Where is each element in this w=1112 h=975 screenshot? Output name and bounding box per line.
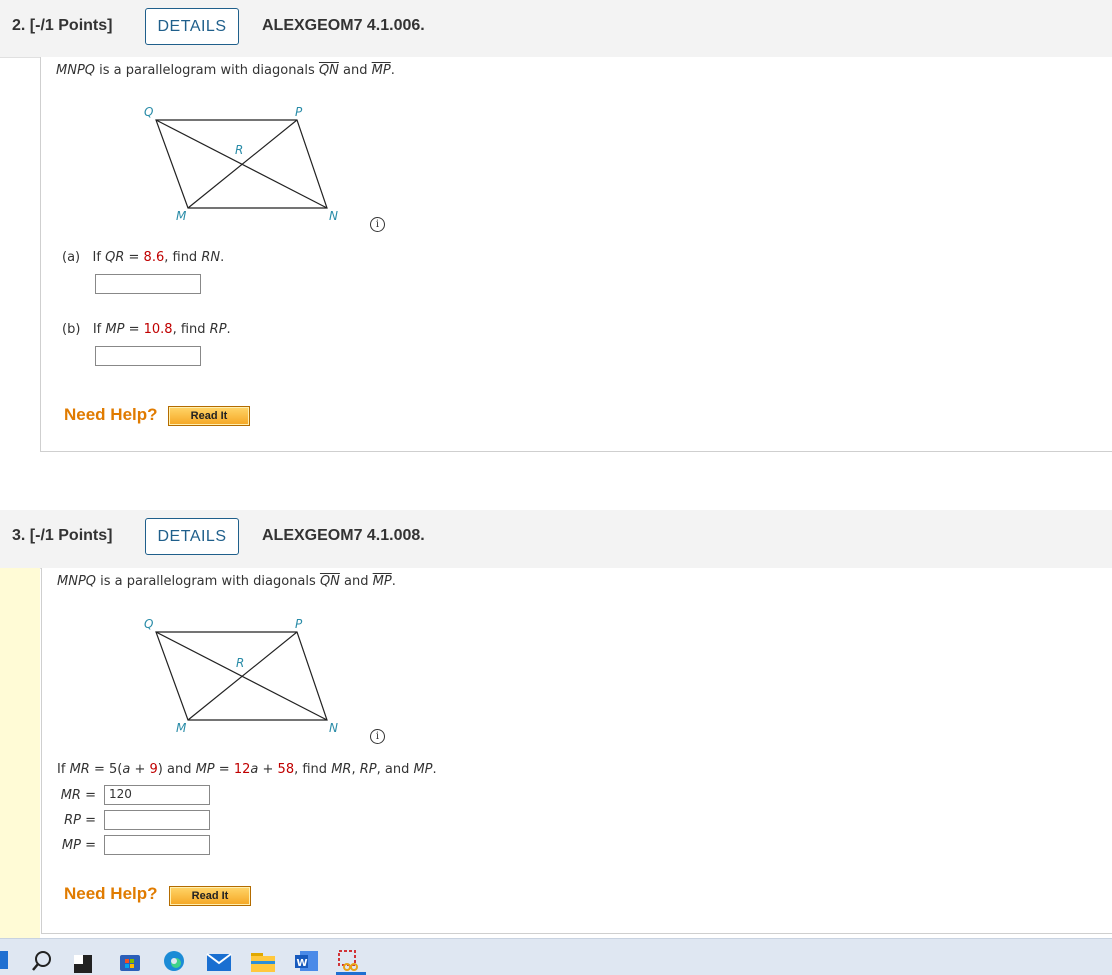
vertex-n-label: N — [329, 721, 338, 735]
question-number: 3. [-/1 Points] — [12, 527, 113, 544]
info-icon[interactable]: i — [370, 729, 385, 744]
rp-field-label: RP = — [64, 813, 96, 828]
question-3-body: MNPQ is a parallelogram with diagonals Q… — [41, 568, 1112, 934]
read-it-button[interactable]: Read It — [168, 406, 250, 426]
details-button[interactable]: DETAILS — [145, 518, 239, 555]
vertex-p-label: P — [295, 105, 303, 119]
rp-answer-input[interactable] — [104, 810, 210, 830]
mr-field-label: MR = — [60, 788, 96, 803]
diagonal-mp — [187, 119, 298, 209]
file-explorer-icon[interactable] — [250, 949, 276, 973]
question-id: ALEXGEOM7 4.1.006. — [262, 17, 425, 34]
edge-icon[interactable] — [162, 949, 186, 973]
part-a-prompt: (a) If QR = 8.6, find RN. — [62, 250, 225, 265]
mail-icon[interactable] — [206, 949, 232, 973]
windows-start-icon[interactable] — [0, 951, 8, 969]
problem-statement: MNPQ is a parallelogram with diagonals Q… — [56, 63, 395, 78]
question-2-body: MNPQ is a parallelogram with diagonals Q… — [40, 57, 1112, 452]
read-it-button[interactable]: Read It — [169, 886, 251, 906]
need-help-label: Need Help? — [64, 884, 158, 903]
snipping-tool-icon[interactable] — [338, 949, 364, 973]
diagonal-mp — [187, 631, 298, 721]
mp-answer-input[interactable] — [104, 835, 210, 855]
point-r-label: R — [236, 656, 244, 670]
question-number: 2. [-/1 Points] — [12, 17, 113, 34]
windows-taskbar: W — [0, 938, 1112, 975]
vertex-m-label: M — [176, 209, 187, 223]
point-r-label: R — [235, 143, 243, 157]
need-help-label: Need Help? — [64, 405, 158, 424]
problem-statement: MNPQ is a parallelogram with diagonals Q… — [57, 574, 396, 589]
answer-input-a[interactable] — [95, 274, 201, 294]
parallelogram-diagram: Q P R M N — [144, 617, 338, 735]
mp-field-label: MP = — [61, 838, 96, 853]
info-icon[interactable]: i — [370, 217, 385, 232]
question-2-header: 2. [-/1 Points] DETAILS ALEXGEOM7 4.1.00… — [0, 0, 1112, 58]
mr-answer-input[interactable]: 120 — [104, 785, 210, 805]
search-icon[interactable] — [30, 949, 54, 973]
store-icon[interactable] — [118, 949, 142, 973]
answer-input-b[interactable] — [95, 346, 201, 366]
question-3-header: 3. [-/1 Points] DETAILS ALEXGEOM7 4.1.00… — [0, 510, 1112, 569]
vertex-q-label: Q — [144, 617, 153, 631]
vertex-m-label: M — [176, 721, 187, 735]
question-3-highlight-strip — [0, 568, 40, 938]
svg-text:W: W — [297, 958, 308, 969]
word-icon[interactable]: W — [294, 949, 320, 973]
details-button[interactable]: DETAILS — [145, 8, 239, 45]
vertex-n-label: N — [329, 209, 338, 223]
part-b-prompt: (b) If MP = 10.8, find RP. — [62, 322, 231, 337]
question-id: ALEXGEOM7 4.1.008. — [262, 527, 425, 544]
vertex-p-label: P — [295, 617, 303, 631]
vertex-q-label: Q — [144, 105, 153, 119]
equation-prompt: If MR = 5(a + 9) and MP = 12a + 58, find… — [57, 762, 437, 777]
task-view-icon[interactable] — [72, 953, 94, 975]
parallelogram-diagram: Q P R M N — [144, 105, 338, 223]
